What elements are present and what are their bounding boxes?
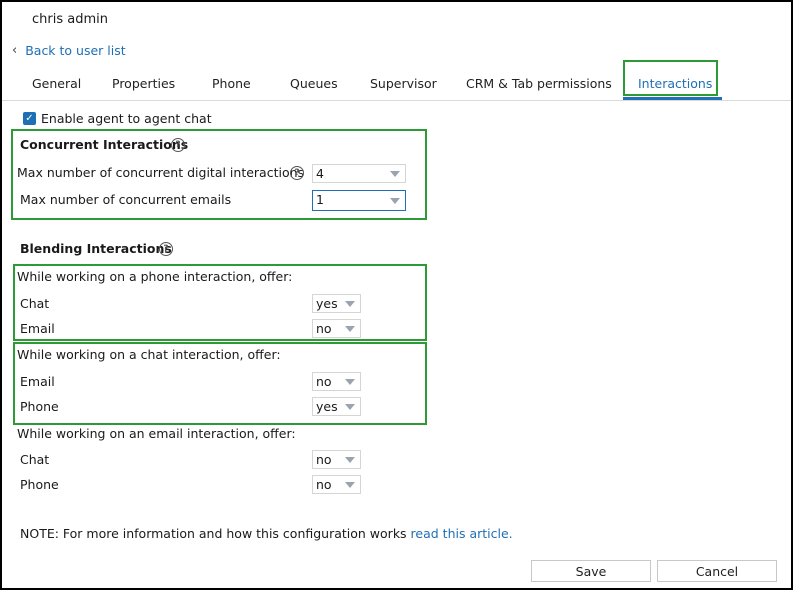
- email-phone-value: no: [316, 477, 332, 492]
- phone-chat-value: yes: [316, 296, 338, 311]
- chat-email-label: Email: [20, 374, 55, 389]
- max-digital-label: Max number of concurrent digital interac…: [17, 165, 305, 180]
- agent-chat-label: Enable agent to agent chat: [41, 111, 212, 126]
- email-chat-label: Chat: [20, 452, 50, 467]
- help-icon[interactable]: ?: [159, 242, 173, 256]
- email-group-heading: While working on an email interaction, o…: [17, 426, 296, 441]
- active-tab-indicator: [623, 97, 722, 100]
- chat-group-heading: While working on a chat interaction, off…: [17, 347, 281, 362]
- chevron-down-icon: [345, 326, 355, 332]
- tab-supervisor[interactable]: Supervisor: [370, 76, 437, 91]
- chevron-down-icon: [345, 301, 355, 307]
- max-digital-value: 4: [316, 166, 324, 181]
- tab-phone[interactable]: Phone: [212, 76, 251, 91]
- tab-general[interactable]: General: [32, 76, 81, 91]
- tab-queues[interactable]: Queues: [290, 76, 338, 91]
- chevron-down-icon: [345, 404, 355, 410]
- chat-phone-label: Phone: [20, 399, 59, 414]
- chevron-down-icon: [390, 198, 400, 204]
- chevron-down-icon: [345, 482, 355, 488]
- concurrent-section-title: Concurrent Interactions: [20, 137, 189, 152]
- phone-chat-label: Chat: [20, 296, 50, 311]
- blending-section-title: Blending Interactions: [20, 241, 172, 256]
- email-chat-select[interactable]: no: [312, 450, 361, 469]
- save-button[interactable]: Save: [531, 560, 651, 582]
- info-note: NOTE: For more information and how this …: [20, 526, 513, 541]
- back-to-user-list-link[interactable]: ‹ Back to user list: [12, 43, 126, 58]
- user-name: chris admin: [32, 12, 108, 27]
- phone-chat-select[interactable]: yes: [312, 294, 361, 313]
- phone-email-select[interactable]: no: [312, 319, 361, 338]
- chevron-down-icon: [345, 457, 355, 463]
- help-icon[interactable]: ?: [290, 166, 304, 180]
- max-digital-select[interactable]: 4: [312, 164, 406, 183]
- phone-group-heading: While working on a phone interaction, of…: [17, 269, 293, 284]
- chat-phone-select[interactable]: yes: [312, 397, 361, 416]
- chat-email-select[interactable]: no: [312, 372, 361, 391]
- cancel-button[interactable]: Cancel: [657, 560, 777, 582]
- email-chat-value: no: [316, 452, 332, 467]
- email-phone-select[interactable]: no: [312, 475, 361, 494]
- phone-email-value: no: [316, 321, 332, 336]
- note-text: NOTE: For more information and how this …: [20, 526, 411, 541]
- tab-interactions[interactable]: Interactions: [638, 76, 712, 91]
- agent-chat-checkbox[interactable]: ✓: [23, 112, 36, 125]
- max-emails-label: Max number of concurrent emails: [20, 192, 232, 207]
- email-phone-label: Phone: [20, 477, 59, 492]
- read-article-link[interactable]: read this article.: [411, 526, 513, 541]
- phone-email-label: Email: [20, 321, 55, 336]
- help-icon[interactable]: ?: [171, 138, 185, 152]
- chat-phone-value: yes: [316, 399, 338, 414]
- chevron-down-icon: [345, 379, 355, 385]
- tab-crm-tab-permissions[interactable]: CRM & Tab permissions: [466, 76, 612, 91]
- max-emails-select[interactable]: 1: [312, 190, 406, 211]
- chevron-left-icon: ‹: [12, 43, 18, 58]
- back-link-label: Back to user list: [25, 43, 126, 58]
- checkmark-icon: ✓: [25, 112, 34, 124]
- tab-bar: General Properties Phone Queues Supervis…: [2, 68, 791, 101]
- chat-email-value: no: [316, 374, 332, 389]
- chevron-down-icon: [390, 171, 400, 177]
- max-emails-value: 1: [316, 192, 324, 207]
- tab-properties[interactable]: Properties: [112, 76, 175, 91]
- settings-window: chris admin ‹ Back to user list General …: [0, 0, 793, 590]
